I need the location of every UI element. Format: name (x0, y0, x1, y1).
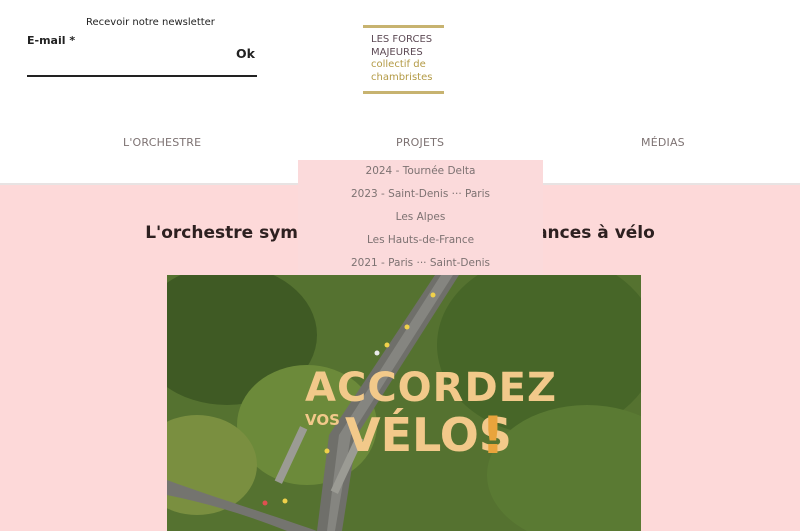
logo-line-3: collectif de (371, 59, 426, 70)
email-label: E-mail * (27, 34, 76, 47)
dropdown-item-2023[interactable]: 2023 - Saint-Denis ··· Paris (298, 188, 543, 200)
hero-title-line-1: ACCORDEZ (305, 365, 557, 411)
logo-rule-bottom (363, 91, 444, 94)
nav-item-orchestre[interactable]: L'ORCHESTRE (123, 136, 201, 149)
logo-text: LES FORCES MAJEURES collectif de chambri… (371, 34, 432, 84)
site-header: Recevoir notre newsletter E-mail * Ok LE… (0, 0, 800, 185)
hero-title-exclaim: ! (481, 406, 505, 466)
nav-item-medias[interactable]: MÉDIAS (641, 136, 685, 149)
dropdown-item-2024[interactable]: 2024 - Tournée Delta (298, 165, 543, 177)
nav-item-projets[interactable]: PROJETS (396, 136, 444, 149)
hero-image: ACCORDEZ VOS VÉLOS ! (167, 275, 641, 531)
dropdown-item-alpes[interactable]: Les Alpes (298, 211, 543, 223)
dropdown-item-2021[interactable]: 2021 - Paris ··· Saint-Denis (298, 257, 543, 269)
logo-rule-top (363, 25, 444, 28)
email-underline (27, 75, 257, 77)
aerial-road-illustration: ACCORDEZ VOS VÉLOS ! (167, 275, 641, 531)
logo-line-1: LES FORCES (371, 34, 433, 45)
logo-line-4: chambristes (371, 71, 433, 83)
projets-dropdown-menu: 2024 - Tournée Delta 2023 - Saint-Denis … (298, 160, 543, 275)
newsletter-title: Recevoir notre newsletter (86, 17, 215, 28)
dropdown-item-hauts-de-france[interactable]: Les Hauts-de-France (298, 234, 543, 246)
site-logo[interactable]: LES FORCES MAJEURES collectif de chambri… (363, 25, 444, 94)
email-field[interactable] (27, 50, 259, 74)
newsletter-submit-button[interactable]: Ok (236, 46, 255, 61)
headline-left: L'orchestre symp (145, 223, 311, 244)
logo-line-2: MAJEURES (371, 46, 423, 58)
hero-title-vos: VOS (305, 411, 340, 429)
